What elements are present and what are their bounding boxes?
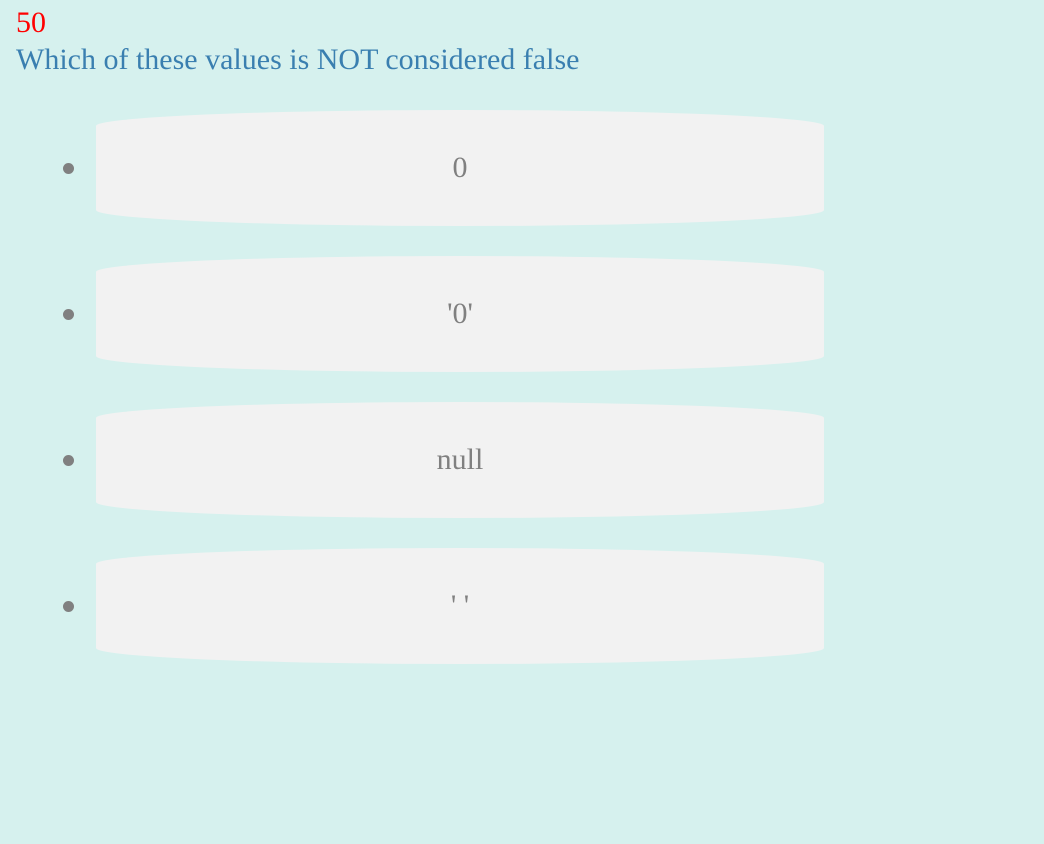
bullet-icon xyxy=(63,455,74,466)
answer-option-label: ' ' xyxy=(450,589,470,622)
answer-option-button-1[interactable]: 0 xyxy=(96,110,824,226)
answer-option-button-3[interactable]: null xyxy=(96,402,824,518)
answer-option-item: ' ' xyxy=(0,548,1044,664)
bullet-icon xyxy=(63,163,74,174)
answer-option-label: 0 xyxy=(452,151,468,184)
answer-option-item: 0 xyxy=(0,110,1044,226)
question-text: Which of these values is NOT considered … xyxy=(16,43,580,76)
bullet-icon xyxy=(63,601,74,612)
answer-option-item: '0' xyxy=(0,256,1044,372)
answer-option-label: '0' xyxy=(447,297,473,330)
answer-option-item: null xyxy=(0,402,1044,518)
answer-options-list: 0 '0' null ' ' xyxy=(0,110,1044,694)
answer-option-button-4[interactable]: ' ' xyxy=(96,548,824,664)
answer-option-label: null xyxy=(436,443,484,476)
bullet-icon xyxy=(63,309,74,320)
answer-option-button-2[interactable]: '0' xyxy=(96,256,824,372)
score-counter: 50 xyxy=(16,6,46,39)
